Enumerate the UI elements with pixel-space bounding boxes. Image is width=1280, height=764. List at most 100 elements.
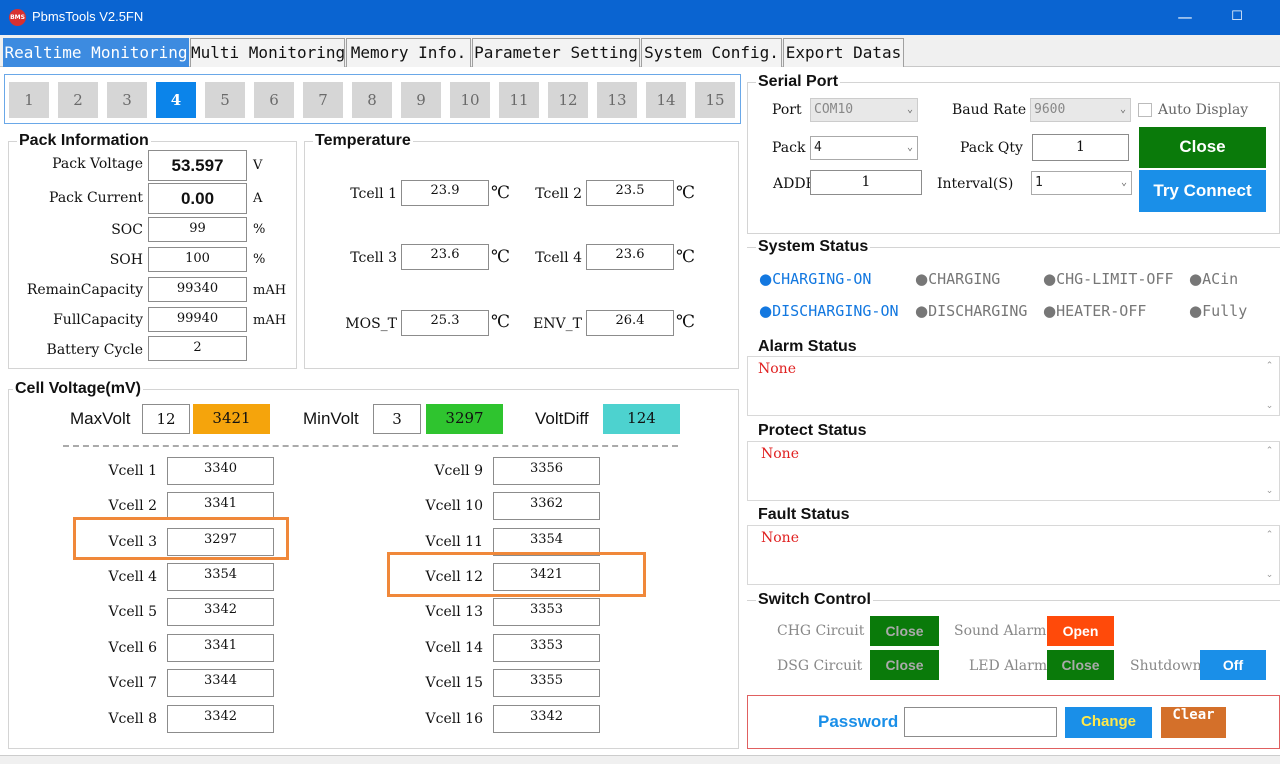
max-cell-highlight <box>387 552 646 597</box>
pack-tab-7[interactable]: 7 <box>303 82 343 118</box>
cell-label: Vcell 10 <box>425 498 483 514</box>
dsg-circuit-button[interactable]: Close <box>870 650 939 680</box>
maximize-button[interactable]: ☐ <box>1222 6 1252 28</box>
soh-unit: % <box>253 252 266 267</box>
tab-parameter-setting[interactable]: Parameter Setting <box>472 38 640 67</box>
clear-password-button[interactable]: Clear <box>1161 707 1226 738</box>
pack-qty-label: Pack Qty <box>960 140 1023 156</box>
cell-value: 3342 <box>167 705 274 733</box>
cell-label: Vcell 4 <box>108 569 157 585</box>
pack-tab-12[interactable]: 12 <box>548 82 588 118</box>
remain-capacity-value: 99340 <box>148 277 247 302</box>
scroll-up-icon[interactable]: ⌃ <box>1262 361 1277 371</box>
switch-control-title: Switch Control <box>756 591 873 609</box>
tab-system-config[interactable]: System Config. <box>641 38 782 67</box>
protect-status-title: Protect Status <box>756 422 869 440</box>
shutdown-label: Shutdown <box>1130 658 1202 674</box>
app-window: BMS PbmsTools V2.5FN — ☐ Realtime Monito… <box>0 0 1280 764</box>
status-charging-on: ●CHARGING-ON <box>759 270 871 288</box>
pack-tab-13[interactable]: 13 <box>597 82 637 118</box>
pack-current-unit: A <box>253 191 263 206</box>
auto-display-checkbox[interactable] <box>1138 103 1152 117</box>
close-port-button[interactable]: Close <box>1139 127 1266 168</box>
pack-dropdown[interactable]: 4 ⌄ <box>810 136 918 160</box>
soc-unit: % <box>253 222 266 237</box>
cell-label: Vcell 9 <box>434 463 483 479</box>
cell-value: 3342 <box>167 598 274 626</box>
cell-label: Vcell 6 <box>108 640 157 656</box>
tab-realtime-monitoring[interactable]: Realtime Monitoring <box>3 38 189 67</box>
led-alarm-button[interactable]: Close <box>1047 650 1114 680</box>
scroll-down-icon[interactable]: ⌄ <box>1262 570 1277 580</box>
status-label: CHG-LIMIT-OFF <box>1056 270 1174 288</box>
addr-input[interactable]: 1 <box>810 170 922 195</box>
change-password-button[interactable]: Change <box>1065 707 1152 738</box>
scroll-up-icon[interactable]: ⌃ <box>1262 530 1277 540</box>
pack-tab-15[interactable]: 15 <box>695 82 735 118</box>
pack-label: Pack <box>772 140 806 156</box>
min-volt-cell: 3 <box>373 404 421 434</box>
cell-value: 3355 <box>493 669 600 697</box>
app-title: PbmsTools V2.5FN <box>32 9 144 24</box>
cell-value: 3353 <box>493 634 600 662</box>
pack-tab-14[interactable]: 14 <box>646 82 686 118</box>
cell-label: Vcell 14 <box>425 640 483 656</box>
pack-tab-6[interactable]: 6 <box>254 82 294 118</box>
max-volt-label: MaxVolt <box>70 409 131 428</box>
pack-tab-3[interactable]: 3 <box>107 82 147 118</box>
port-dropdown[interactable]: COM10 ⌄ <box>810 98 918 122</box>
pack-tab-4[interactable]: 4 <box>156 82 196 118</box>
status-dot-icon: ● <box>1043 302 1057 320</box>
main-tab-bar: Realtime Monitoring Multi Monitoring Mem… <box>0 35 1280 67</box>
min-cell-highlight <box>73 517 289 560</box>
soh-label: SOH <box>109 252 143 268</box>
baud-rate-dropdown[interactable]: 9600 ⌄ <box>1030 98 1131 122</box>
interval-dropdown[interactable]: 1 ⌄ <box>1031 171 1132 195</box>
tcell2-unit: ℃ <box>676 183 696 203</box>
auto-display-label: Auto Display <box>1158 102 1249 118</box>
chg-circuit-button[interactable]: Close <box>870 616 939 646</box>
scroll-down-icon[interactable]: ⌄ <box>1262 486 1277 496</box>
scroll-down-icon[interactable]: ⌄ <box>1262 401 1277 411</box>
pack-tab-11[interactable]: 11 <box>499 82 539 118</box>
status-dot-icon: ● <box>915 302 929 320</box>
sound-alarm-button[interactable]: Open <box>1047 616 1114 646</box>
password-input[interactable] <box>904 707 1057 737</box>
tab-export-datas[interactable]: Export Datas <box>783 38 904 67</box>
cell-label: Vcell 13 <box>425 604 483 620</box>
status-dot-icon: ● <box>1043 270 1057 288</box>
minimize-button[interactable]: — <box>1170 6 1200 28</box>
pack-tab-1[interactable]: 1 <box>9 82 49 118</box>
tcell2-value: 23.5 <box>586 180 674 206</box>
volt-diff-value: 124 <box>603 404 680 434</box>
min-volt-label: MinVolt <box>303 409 359 428</box>
chevron-down-icon: ⌄ <box>1119 104 1126 115</box>
pack-tab-8[interactable]: 8 <box>352 82 392 118</box>
scroll-up-icon[interactable]: ⌃ <box>1262 446 1277 456</box>
tab-multi-monitoring[interactable]: Multi Monitoring <box>190 38 345 67</box>
pack-tab-9[interactable]: 9 <box>401 82 441 118</box>
pack-selector: 1 2 3 4 5 6 7 8 9 10 11 12 13 14 15 <box>4 74 741 124</box>
cell-value: 3356 <box>493 457 600 485</box>
cell-value: 3341 <box>167 492 274 520</box>
shutdown-button[interactable]: Off <box>1200 650 1266 680</box>
max-volt-cell: 12 <box>142 404 190 434</box>
battery-cycle-label: Battery Cycle <box>46 342 143 358</box>
alarm-status-text: None <box>758 361 796 377</box>
tcell4-unit: ℃ <box>676 247 696 267</box>
chevron-down-icon: ⌄ <box>906 142 913 153</box>
tcell1-value: 23.9 <box>401 180 489 206</box>
pack-value: 4 <box>814 140 822 155</box>
dsg-circuit-label: DSG Circuit <box>777 658 863 674</box>
status-dot-icon: ● <box>915 270 929 288</box>
chg-circuit-label: CHG Circuit <box>777 623 865 639</box>
interval-value: 1 <box>1035 175 1043 190</box>
pack-tab-10[interactable]: 10 <box>450 82 490 118</box>
tab-memory-info[interactable]: Memory Info. <box>346 38 471 67</box>
cell-value: 3341 <box>167 634 274 662</box>
pack-tab-5[interactable]: 5 <box>205 82 245 118</box>
pack-qty-input[interactable]: 1 <box>1032 134 1129 161</box>
cell-value: 3344 <box>167 669 274 697</box>
pack-tab-2[interactable]: 2 <box>58 82 98 118</box>
try-connect-button[interactable]: Try Connect <box>1139 170 1266 212</box>
